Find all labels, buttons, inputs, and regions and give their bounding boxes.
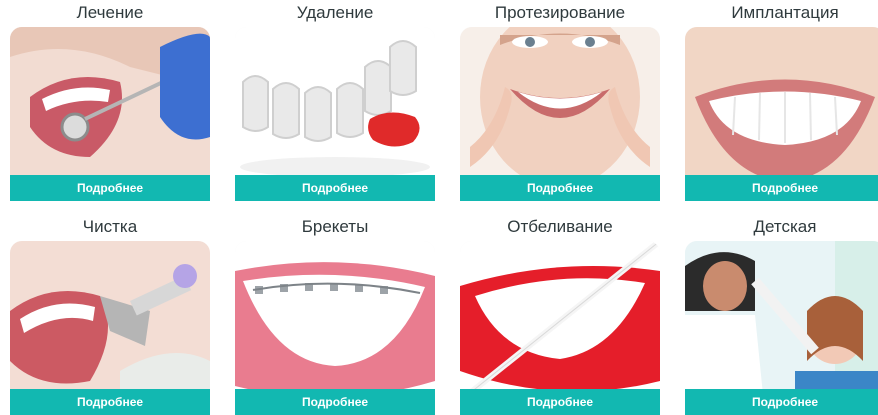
service-title: Удаление (296, 3, 374, 22)
more-button[interactable]: Подробнее (685, 175, 878, 201)
more-button[interactable]: Подробнее (685, 389, 878, 415)
service-card-removal[interactable]: Удаление Подробнее (235, 0, 435, 201)
services-grid: Лечение Подробнее Удаление Подробнее Про… (0, 0, 878, 415)
service-card-whitening[interactable]: Отбеливание Подробнее (460, 214, 660, 415)
more-button[interactable]: Подробнее (460, 389, 660, 415)
service-title: Чистка (82, 217, 138, 236)
more-button[interactable]: Подробнее (10, 175, 210, 201)
service-title: Детская (753, 217, 817, 236)
more-button[interactable]: Подробнее (460, 175, 660, 201)
service-card-braces[interactable]: Брекеты Подробнее (235, 214, 435, 415)
service-card-prosthetics[interactable]: Протезирование Подробнее (460, 0, 660, 201)
service-title: Лечение (76, 3, 144, 22)
service-card-implantation[interactable]: Имплантация Подробнее (685, 0, 878, 201)
service-card-treatment[interactable]: Лечение Подробнее (10, 0, 210, 201)
more-button[interactable]: Подробнее (235, 175, 435, 201)
service-card-children[interactable]: Детская Подробнее (685, 214, 878, 415)
more-button[interactable]: Подробнее (235, 389, 435, 415)
service-title: Протезирование (494, 3, 626, 22)
more-button[interactable]: Подробнее (10, 389, 210, 415)
service-title: Брекеты (301, 217, 369, 236)
service-title: Отбеливание (507, 217, 613, 236)
service-card-cleaning[interactable]: Чистка Подробнее (10, 214, 210, 415)
service-title: Имплантация (731, 3, 839, 22)
